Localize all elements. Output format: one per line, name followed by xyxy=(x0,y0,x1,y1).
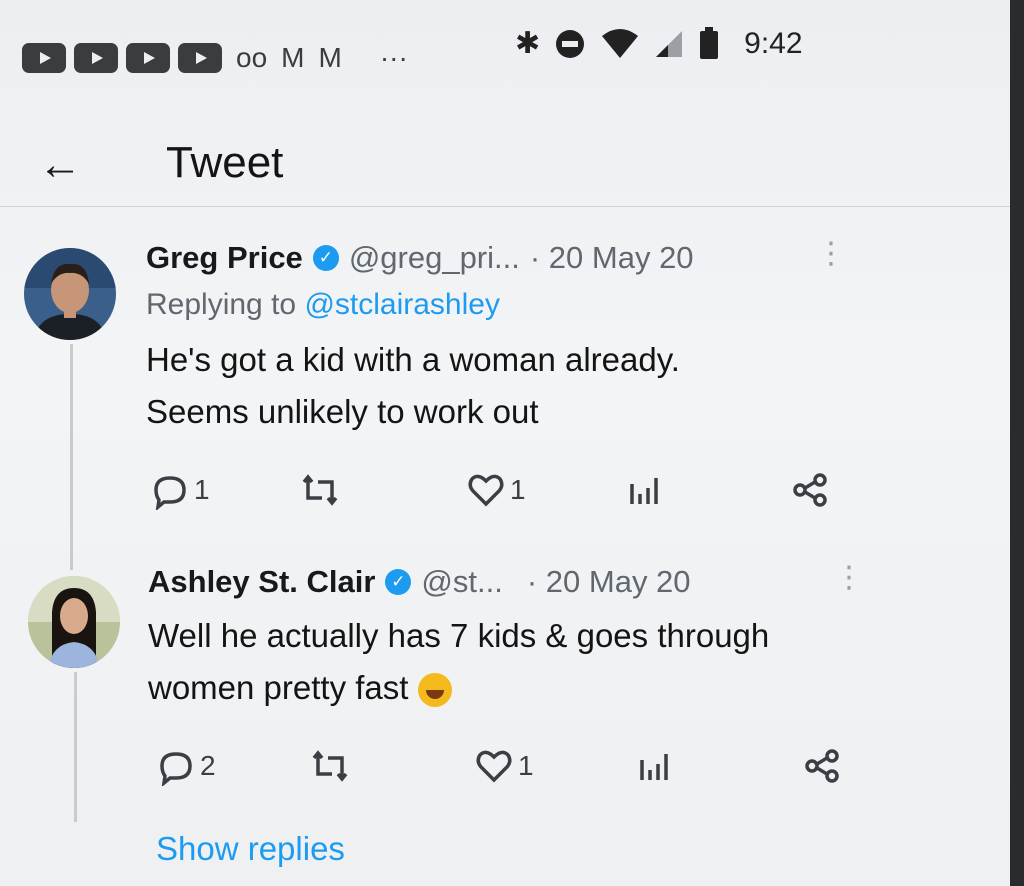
page-title: Tweet xyxy=(166,138,284,187)
tweet-text: Well he actually has 7 kids & goes throu… xyxy=(148,610,769,714)
header-divider xyxy=(0,206,1010,207)
laughing-emoji-icon xyxy=(417,673,452,708)
wifi-icon xyxy=(602,28,639,58)
tweet-date: · 20 May 20 xyxy=(529,240,694,275)
share-button[interactable] xyxy=(790,470,830,510)
replying-to-link[interactable]: @stclairashley xyxy=(304,288,500,321)
views-button[interactable] xyxy=(634,746,674,786)
heart-icon xyxy=(468,474,504,507)
like-button[interactable]: 1 xyxy=(466,470,526,510)
tweet-actions: 1 1 xyxy=(0,470,1010,514)
views-chart-icon xyxy=(640,754,668,780)
status-bar: oo M M ··· ✱ 9:42 xyxy=(0,0,1010,100)
tweet-text-line: women pretty fast xyxy=(148,669,409,706)
replying-to: Replying to @stclairashley xyxy=(146,288,500,322)
more-options-icon[interactable]: ⋮ xyxy=(816,236,846,271)
system-icons: ✱ 9:42 xyxy=(515,26,803,61)
author-name[interactable]: Ashley St. Clair xyxy=(148,564,375,600)
tweet-greg-price[interactable]: Greg Price ✓ @greg_pri... · 20 May 20 ⋮ … xyxy=(0,237,1010,570)
replying-prefix: Replying to xyxy=(146,288,305,321)
like-count: 1 xyxy=(518,750,534,781)
share-icon xyxy=(793,473,827,507)
verified-badge-icon: ✓ xyxy=(385,569,412,595)
reply-button[interactable]: 1 xyxy=(150,470,210,510)
back-arrow-icon[interactable]: ← xyxy=(38,140,82,190)
more-options-icon[interactable]: ⋮ xyxy=(834,560,864,595)
retweet-button[interactable] xyxy=(310,746,354,786)
like-count: 1 xyxy=(510,474,526,505)
verified-badge-icon: ✓ xyxy=(312,245,339,271)
phone-screen: oo M M ··· ✱ 9:42 ← Tweet Greg Price ✓ @… xyxy=(0,0,1010,886)
notification-icons: oo M M ··· xyxy=(22,42,408,74)
share-button[interactable] xyxy=(802,746,842,786)
gmail-icon: M xyxy=(318,42,342,73)
views-chart-icon xyxy=(630,478,658,504)
reply-icon xyxy=(160,752,192,786)
reply-button[interactable]: 2 xyxy=(156,746,216,786)
app-header: ← Tweet xyxy=(0,110,1010,210)
phone-bezel xyxy=(1010,0,1024,886)
author-name[interactable]: Greg Price xyxy=(146,240,303,276)
tweet-ashley-st-clair[interactable]: Ashley St. Clair ✓ @st... · 20 May 20 ⋮ … xyxy=(0,560,1010,880)
voicemail-icon: oo xyxy=(236,42,268,73)
tweet-text: He's got a kid with a woman already. See… xyxy=(146,334,680,438)
tweet-date: · 20 May 20 xyxy=(526,564,691,599)
reply-count: 2 xyxy=(200,750,216,781)
tweet-actions: 2 1 xyxy=(0,746,1010,790)
tweet-header: Ashley St. Clair ✓ @st... · 20 May 20 xyxy=(148,564,691,600)
reply-count: 1 xyxy=(194,474,210,505)
tweet-header: Greg Price ✓ @greg_pri... · 20 May 20 xyxy=(146,240,694,276)
youtube-icon xyxy=(22,43,66,73)
views-button[interactable] xyxy=(624,470,664,510)
battery-icon xyxy=(700,26,719,59)
reply-icon xyxy=(154,476,186,510)
avatar[interactable] xyxy=(24,248,116,340)
tweet-text-line: Seems unlikely to work out xyxy=(146,393,539,430)
author-handle[interactable]: @greg_pri... xyxy=(349,240,520,276)
more-dots-icon: ··· xyxy=(379,42,408,73)
like-button[interactable]: 1 xyxy=(474,746,534,786)
share-icon xyxy=(805,749,839,783)
avatar[interactable] xyxy=(28,576,120,668)
youtube-icon xyxy=(126,43,170,73)
gmail-icon: M xyxy=(281,42,305,73)
youtube-icon xyxy=(74,43,118,73)
show-replies-link[interactable]: Show replies xyxy=(156,830,345,868)
retweet-icon xyxy=(312,750,348,782)
youtube-icon xyxy=(178,43,222,73)
bluetooth-icon: ✱ xyxy=(515,27,541,60)
tweet-text-line: Well he actually has 7 kids & goes throu… xyxy=(148,617,770,654)
thread-line xyxy=(70,344,73,570)
cell-signal-icon xyxy=(656,30,683,57)
heart-icon xyxy=(476,750,512,783)
clock: 9:42 xyxy=(744,26,803,60)
tweet-text-line: He's got a kid with a woman already. xyxy=(146,341,680,378)
retweet-button[interactable] xyxy=(300,470,344,510)
do-not-disturb-icon xyxy=(556,29,585,58)
retweet-icon xyxy=(302,474,338,506)
author-handle[interactable]: @st... xyxy=(421,564,502,600)
